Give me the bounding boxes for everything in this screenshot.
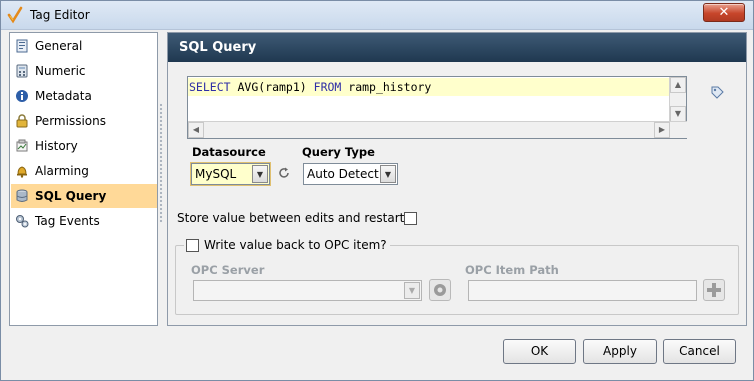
metadata-icon xyxy=(16,90,28,102)
query-type-value: Auto Detect xyxy=(307,167,379,181)
sql-keyword-select: SELECT xyxy=(189,80,231,94)
chevron-down-icon: ▼ xyxy=(404,282,420,299)
sidebar-item-sql-query[interactable]: SQL Query xyxy=(11,184,157,208)
sidebar-item-permissions[interactable]: Permissions xyxy=(11,109,157,133)
sql-query-text[interactable]: SELECT AVG(ramp1) FROM ramp_history xyxy=(188,78,670,96)
write-back-checkbox[interactable] xyxy=(186,238,199,252)
opc-server-label: OPC Server xyxy=(191,263,265,277)
query-type-label: Query Type xyxy=(302,145,375,159)
history-icon xyxy=(16,139,28,152)
write-back-label: Write value back to OPC item? xyxy=(204,238,387,252)
sidebar-item-label: History xyxy=(35,139,78,153)
scroll-down-icon[interactable]: ▼ xyxy=(670,106,686,122)
apply-button-label: Apply xyxy=(603,344,637,358)
vertical-scrollbar[interactable]: ▲ ▼ xyxy=(669,77,686,122)
write-back-group: Write value back to OPC item? OPC Server… xyxy=(175,238,739,315)
query-type-select[interactable]: Auto Detect ▼ xyxy=(303,163,398,185)
splitter-handle[interactable] xyxy=(159,103,163,223)
sidebar-item-alarming[interactable]: Alarming xyxy=(11,159,157,183)
opc-item-path-input[interactable] xyxy=(468,280,697,301)
datasource-select[interactable]: MySQL ▼ xyxy=(191,163,270,185)
store-value-label: Store value between edits and restarts: xyxy=(177,211,415,225)
sidebar-item-metadata[interactable]: Metadata xyxy=(11,84,157,108)
datasource-value: MySQL xyxy=(195,167,237,181)
plus-icon xyxy=(707,283,721,297)
horizontal-scrollbar[interactable]: ◀ ▶ xyxy=(188,121,687,138)
chevron-down-icon: ▼ xyxy=(252,165,268,183)
store-value-checkbox[interactable] xyxy=(404,212,417,225)
gears-icon xyxy=(16,215,29,228)
close-icon: ✕ xyxy=(718,5,730,20)
opc-server-browse-button[interactable] xyxy=(429,279,451,301)
cancel-button[interactable]: Cancel xyxy=(663,339,736,364)
tag-editor-icon xyxy=(7,6,23,24)
chevron-down-icon: ▼ xyxy=(380,165,396,183)
refresh-icon[interactable] xyxy=(277,166,291,180)
sidebar-item-tag-events[interactable]: Tag Events xyxy=(11,209,157,233)
scroll-right-icon[interactable]: ▶ xyxy=(654,122,670,138)
sql-query-segment: AVG(ramp1) xyxy=(230,80,314,94)
ok-button-label: OK xyxy=(530,344,549,358)
general-icon xyxy=(16,39,28,53)
opc-server-select[interactable]: ▼ xyxy=(193,280,422,301)
scroll-left-icon[interactable]: ◀ xyxy=(188,122,204,138)
bell-icon xyxy=(17,166,27,178)
sidebar-item-general[interactable]: General xyxy=(11,34,157,58)
close-button[interactable]: ✕ xyxy=(703,3,745,22)
panel-title: SQL Query xyxy=(168,33,746,62)
datasource-label: Datasource xyxy=(192,145,266,159)
sql-query-editor[interactable]: SELECT AVG(ramp1) FROM ramp_history ▲ ▼ … xyxy=(187,76,687,139)
title-bar[interactable]: Tag Editor ✕ xyxy=(1,1,753,30)
apply-button[interactable]: Apply xyxy=(583,339,657,364)
ok-button[interactable]: OK xyxy=(503,339,576,364)
category-sidebar: General Numeric Metadata Permissions His… xyxy=(9,32,158,326)
sidebar-item-label: General xyxy=(35,39,83,53)
database-icon xyxy=(16,189,28,202)
opc-item-path-add-button[interactable] xyxy=(703,279,725,301)
scroll-up-icon[interactable]: ▲ xyxy=(670,77,686,93)
sidebar-item-history[interactable]: History xyxy=(11,134,157,158)
sql-query-segment: ramp_history xyxy=(341,80,432,94)
tag-browse-icon[interactable] xyxy=(709,85,725,101)
tag-editor-window: Tag Editor ✕ General Numeric Metadata Pe… xyxy=(0,0,754,381)
sidebar-item-label: SQL Query xyxy=(35,189,107,203)
cancel-button-label: Cancel xyxy=(679,344,720,358)
opc-item-path-label: OPC Item Path xyxy=(465,263,559,277)
sidebar-item-label: Tag Events xyxy=(35,214,100,228)
sidebar-item-label: Metadata xyxy=(35,89,92,103)
window-title: Tag Editor xyxy=(30,8,90,22)
gear-icon xyxy=(434,284,446,296)
sql-query-panel: SQL Query SELECT AVG(ramp1) FROM ramp_hi… xyxy=(167,32,747,326)
sidebar-item-label: Permissions xyxy=(35,114,106,128)
sidebar-item-label: Numeric xyxy=(35,64,86,78)
write-back-legend: Write value back to OPC item? xyxy=(184,238,390,252)
sidebar-item-label: Alarming xyxy=(35,164,89,178)
numeric-icon xyxy=(16,64,28,78)
sidebar-item-numeric[interactable]: Numeric xyxy=(11,59,157,83)
lock-icon xyxy=(16,114,28,128)
sql-keyword-from: FROM xyxy=(313,80,342,94)
